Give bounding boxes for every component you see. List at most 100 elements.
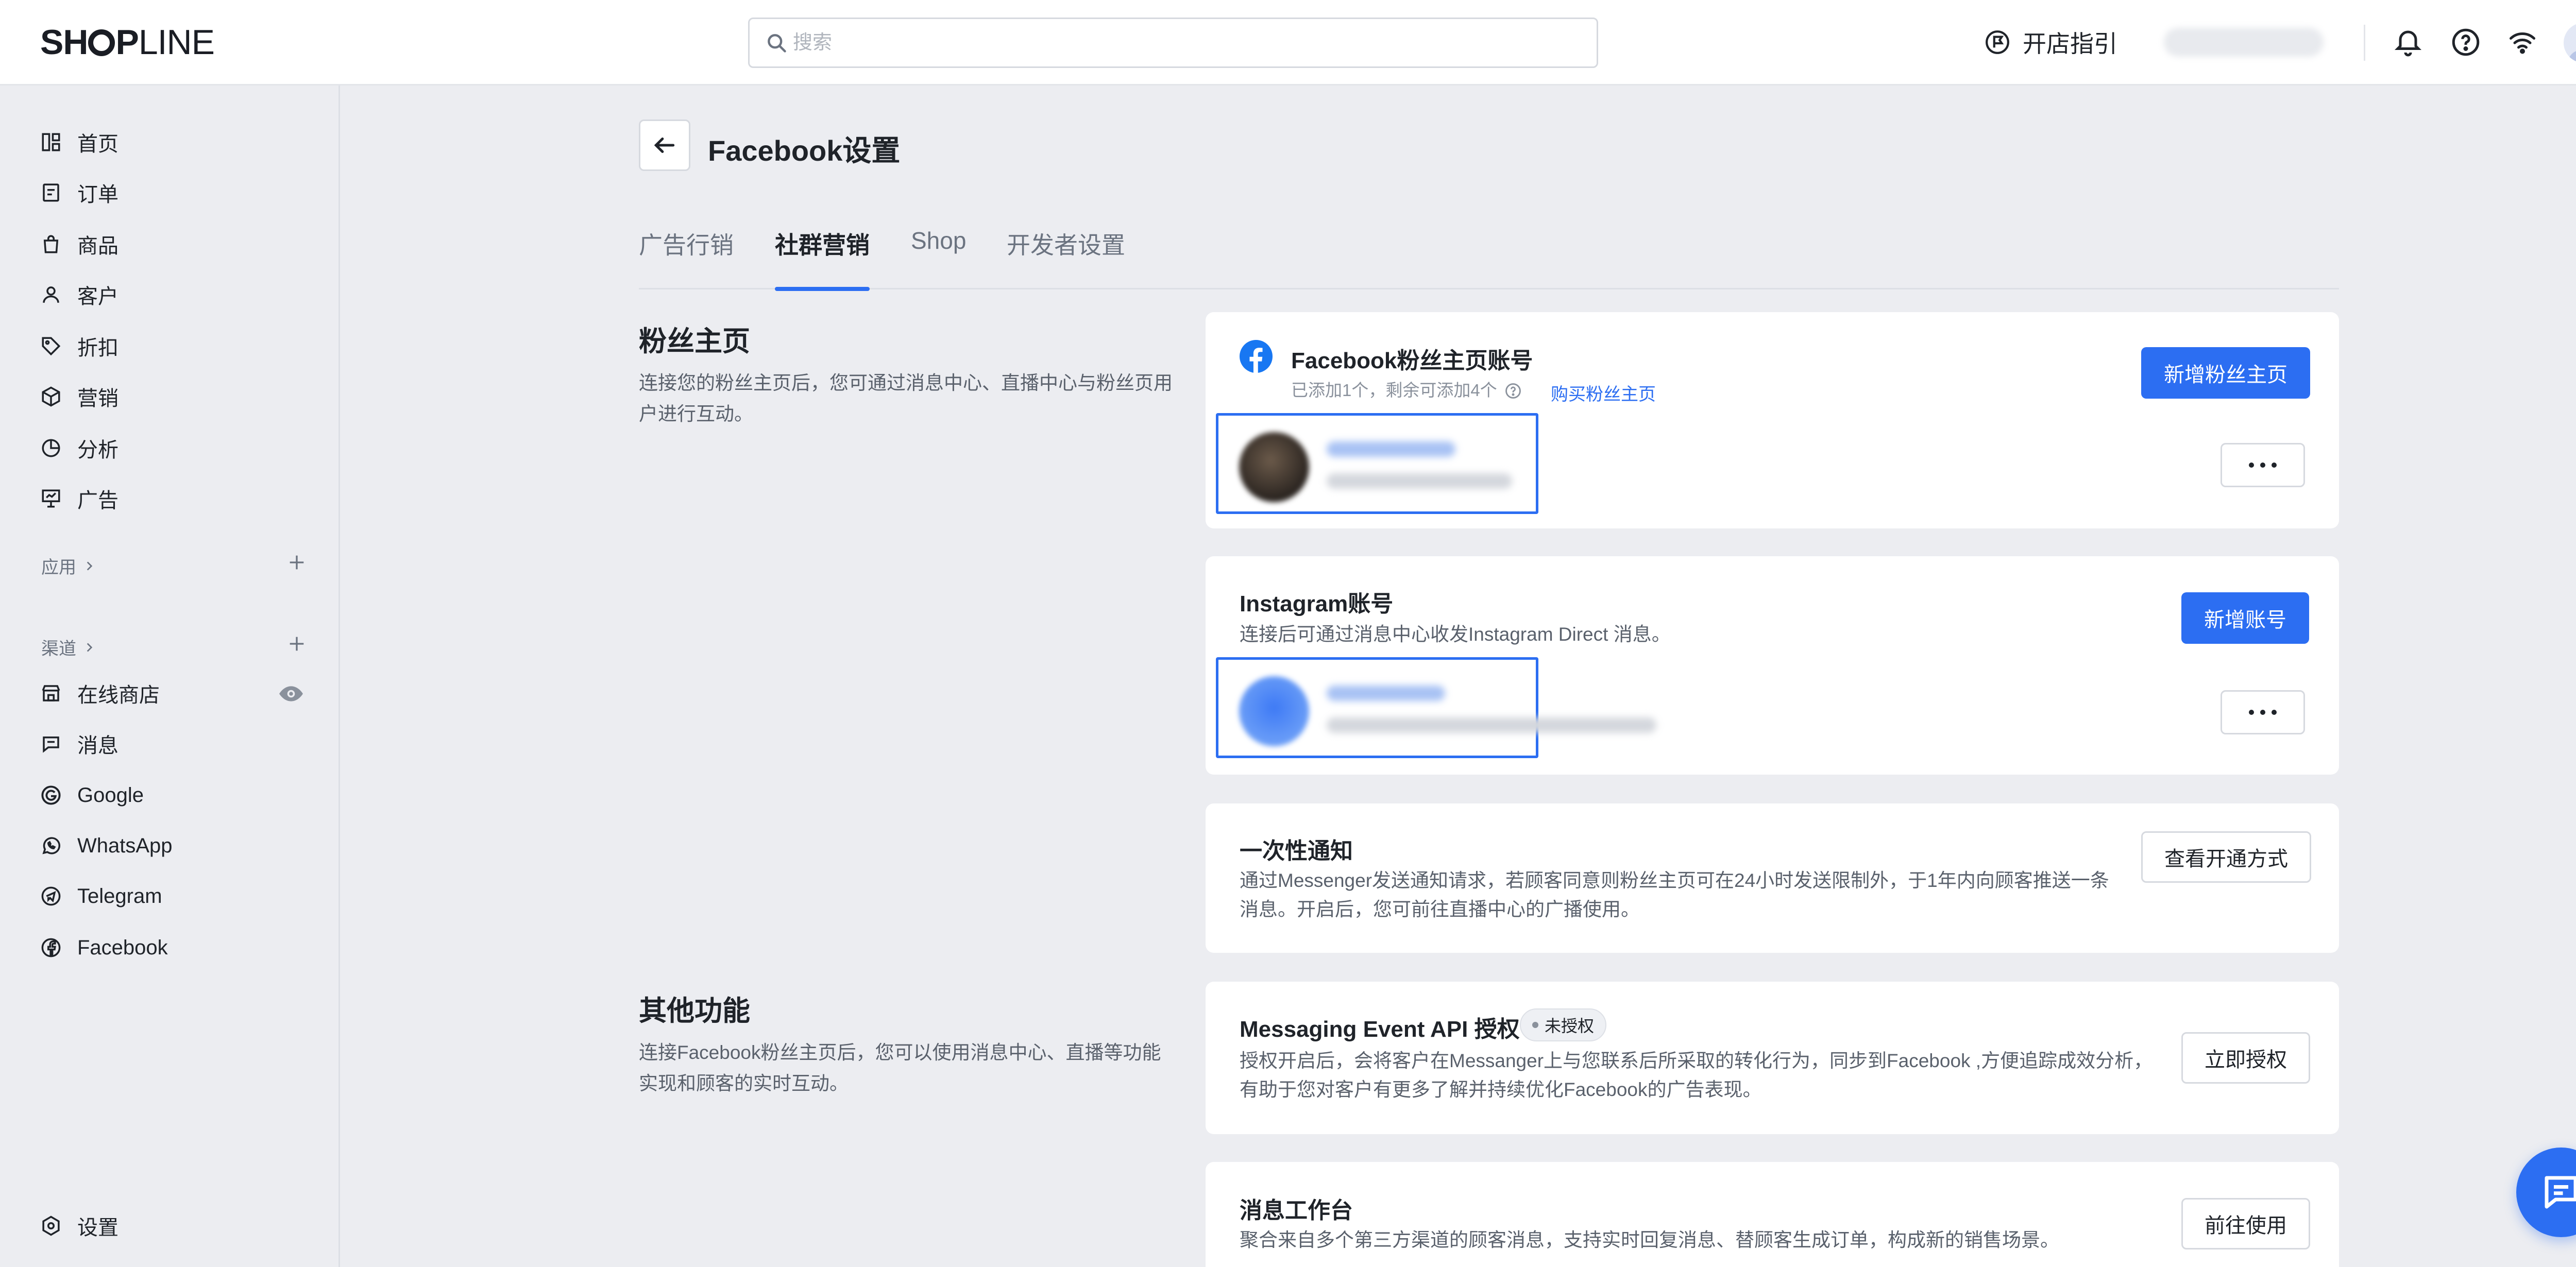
sidebar-item-orders[interactable]: 订单 — [40, 172, 318, 213]
top-bar: SH PLINE 开店指引 — [0, 0, 2576, 85]
instagram-account-item[interactable] — [1216, 657, 1656, 758]
authorize-button[interactable]: 立即授权 — [2181, 1032, 2310, 1084]
user-avatar[interactable] — [2564, 23, 2576, 63]
bell-icon[interactable] — [2393, 27, 2424, 58]
back-button[interactable] — [639, 119, 690, 171]
buy-fanpage-link[interactable]: 购买粉丝主页 — [1551, 380, 1656, 405]
instagram-name — [1327, 686, 1445, 701]
other-section-title: 其他功能 — [639, 996, 750, 1026]
sidebar-item-settings[interactable]: 设置 — [40, 1205, 318, 1246]
bag-icon — [43, 235, 59, 253]
instagram-card-title: Instagram账号 — [1240, 591, 1394, 617]
shopline-logo[interactable]: SH PLINE — [40, 23, 215, 62]
add-fanpage-button[interactable]: 新增粉丝主页 — [2141, 347, 2310, 399]
add-instagram-button[interactable]: 新增账号 — [2181, 592, 2309, 644]
more-icon — [2249, 463, 2277, 468]
more-icon — [2249, 710, 2277, 715]
help-circle-icon[interactable] — [1504, 382, 1522, 400]
other-section-desc: 连接Facebook粉丝主页后，您可以使用消息中心、直播等功能实现和顾客的实时互… — [639, 1042, 1161, 1094]
add-app-icon[interactable] — [286, 552, 307, 573]
store-guide-label: 开店指引 — [2023, 30, 2117, 57]
sidebar-item-online-store[interactable]: 在线商店 — [40, 673, 318, 714]
fanpage-avatar — [1239, 432, 1309, 502]
logo-o-mark — [88, 29, 115, 56]
sidebar-item-label: 消息 — [77, 734, 118, 757]
tab-developer-settings[interactable]: 开发者设置 — [1007, 227, 1125, 289]
fanpage-more-button[interactable] — [2221, 443, 2305, 487]
sidebar-item-whatsapp[interactable]: WhatsApp — [40, 825, 318, 866]
search-icon — [768, 34, 786, 53]
api-card-desc: 授权开启后，会将客户在Messanger上与您联系后所采取的转化行为，同步到Fa… — [1240, 1050, 2153, 1100]
sidebar-item-customers[interactable]: 客户 — [40, 274, 318, 315]
wifi-icon[interactable] — [2507, 27, 2538, 58]
store-guide-link[interactable]: 开店指引 — [1985, 24, 2117, 61]
sidebar-item-label: 首页 — [77, 133, 118, 156]
apps-group-label[interactable]: 应用 — [41, 553, 96, 578]
sidebar-item-discounts[interactable]: 折扣 — [40, 326, 318, 367]
facebook-icon — [41, 938, 61, 957]
sidebar-item-marketing[interactable]: 营销 — [40, 376, 318, 417]
chevron-right-icon — [87, 561, 93, 571]
sidebar-item-label: WhatsApp — [77, 834, 173, 857]
logo-text-left: SH — [40, 23, 88, 62]
sidebar-item-telegram[interactable]: Telegram — [40, 876, 318, 917]
sidebar-item-label: 设置 — [77, 1217, 118, 1239]
sidebar-item-label: 商品 — [77, 235, 118, 258]
sidebar-item-label: 订单 — [77, 183, 118, 206]
user-icon — [43, 286, 59, 303]
workbench-card-title: 消息工作台 — [1240, 1198, 1353, 1223]
sidebar-item-label: Facebook — [77, 936, 168, 959]
instagram-card-desc: 连接后可通过消息中心收发Instagram Direct 消息。 — [1240, 624, 1671, 645]
unauthorized-badge: 未授权 — [1520, 1008, 1607, 1041]
badge-label: 未授权 — [1545, 1017, 1595, 1035]
eye-icon[interactable] — [278, 681, 304, 707]
message-workbench-card: 消息工作台 聚合来自多个第三方渠道的顾客消息，支持实时回复消息、替顾客生成订单，… — [1206, 1162, 2339, 1267]
view-activation-button[interactable]: 查看开通方式 — [2141, 831, 2311, 883]
sidebar-item-analytics[interactable]: 分析 — [40, 427, 318, 469]
sidebar-item-messages[interactable]: 消息 — [40, 723, 318, 764]
chat-support-button[interactable] — [2516, 1148, 2576, 1237]
chevron-right-icon — [87, 642, 93, 652]
box-icon — [42, 386, 60, 407]
instagram-avatar — [1239, 676, 1309, 746]
store-switcher[interactable] — [2164, 28, 2324, 57]
tab-social-marketing[interactable]: 社群营销 — [775, 227, 870, 291]
logo-text-p: P — [115, 23, 139, 62]
sidebar-item-label: 分析 — [77, 439, 118, 461]
notify-card-title: 一次性通知 — [1240, 838, 1353, 864]
channels-group-label[interactable]: 渠道 — [41, 635, 96, 660]
order-icon — [43, 183, 59, 202]
fanpage-account-item[interactable] — [1216, 413, 1538, 514]
sidebar-item-facebook[interactable]: Facebook — [40, 927, 318, 968]
sidebar-item-label: 广告 — [77, 489, 118, 512]
fanpage-section-title: 粉丝主页 — [639, 326, 750, 357]
facebook-logo-icon — [1240, 340, 1273, 373]
sidebar-item-label: 客户 — [77, 285, 118, 308]
sidebar: 首页 订单 商品 客户 折扣 营销 分析 广告 应用 渠道 在线商店 消息 Go… — [0, 85, 340, 1267]
go-to-workbench-button[interactable]: 前往使用 — [2181, 1198, 2310, 1249]
sidebar-item-label: 营销 — [77, 387, 118, 410]
search-input[interactable] — [793, 26, 1566, 59]
api-card-title: Messaging Event API 授权 — [1240, 1017, 1520, 1042]
tab-shop[interactable]: Shop — [911, 227, 966, 289]
status-dot — [1532, 1022, 1538, 1028]
sidebar-item-ads[interactable]: 广告 — [40, 478, 318, 519]
sidebar-item-label: Telegram — [77, 884, 162, 908]
logo-text-line: LINE — [138, 23, 215, 62]
sidebar-item-home[interactable]: 首页 — [40, 122, 318, 163]
sidebar-item-google[interactable]: Google — [40, 775, 318, 816]
add-channel-icon[interactable] — [286, 634, 307, 654]
search-box[interactable] — [748, 18, 1598, 68]
fanpage-name — [1327, 441, 1455, 457]
tab-ads-marketing[interactable]: 广告行销 — [639, 227, 734, 289]
flag-icon — [1986, 30, 2009, 54]
sidebar-item-products[interactable]: 商品 — [40, 224, 318, 265]
billboard-icon — [42, 489, 60, 508]
google-icon — [41, 785, 61, 805]
telegram-icon — [41, 886, 61, 906]
channels-label: 渠道 — [41, 639, 76, 659]
instagram-id — [1327, 717, 1656, 733]
help-icon[interactable] — [2450, 27, 2481, 58]
apps-label: 应用 — [41, 558, 76, 577]
instagram-more-button[interactable] — [2221, 690, 2305, 734]
